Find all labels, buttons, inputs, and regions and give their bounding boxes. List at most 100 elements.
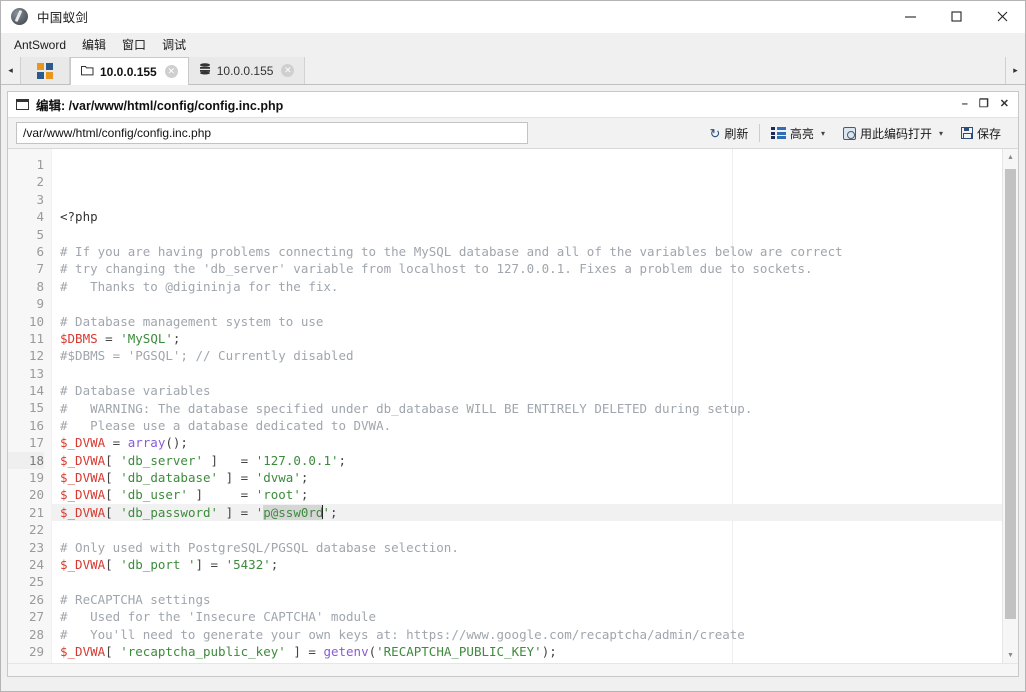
menu-item-antsword[interactable]: AntSword — [7, 36, 73, 54]
code-line[interactable]: $_DVWA[ 'recaptcha_private_key' ] = gete… — [60, 660, 1002, 663]
folder-icon — [81, 65, 94, 79]
line-number: 24 — [28, 556, 44, 572]
code-line[interactable]: # You'll need to generate your own keys … — [60, 626, 1002, 643]
save-label: 保存 — [976, 126, 1001, 141]
line-number: 16 — [28, 417, 44, 433]
chevron-down-icon[interactable]: ▾ — [821, 129, 825, 138]
code-line[interactable]: # If you are having problems connecting … — [60, 243, 1002, 260]
editor-window-controls: – ❐ ✕ — [962, 99, 1018, 110]
line-number: 2 — [36, 174, 44, 190]
line-number: 4 — [36, 209, 44, 225]
window-title: 中国蚁剑 — [37, 11, 89, 25]
code-content[interactable]: <?php # If you are having problems conne… — [52, 149, 1002, 663]
grid-icon — [37, 62, 53, 79]
code-line[interactable]: #$DBMS = 'PGSQL'; // Currently disabled — [60, 347, 1002, 364]
refresh-button[interactable]: ↻ 刷新 — [701, 121, 758, 145]
code-line[interactable]: $_DVWA[ 'db_password' ] = 'p@ssw0rd'; — [52, 503, 1002, 522]
statusbar — [1, 683, 1025, 691]
tab-home[interactable] — [21, 57, 70, 84]
minimize-button[interactable] — [887, 1, 933, 33]
line-number-gutter: 1 2 3 4 5 6 7 8 9 10 11 12 13 14 15 16 17 18 19 20 21 22 23 24 2… — [8, 149, 52, 663]
code-line[interactable]: $_DVWA[ 'recaptcha_public_key' ] = geten… — [60, 643, 1002, 660]
menu-item-window[interactable]: 窗口 — [115, 36, 153, 54]
code-line[interactable]: $_DVWA[ 'db_user' ] = 'root'; — [60, 486, 1002, 503]
code-line[interactable]: # WARNING: The database specified under … — [60, 400, 1002, 417]
application-window: 中国蚁剑 AntSword 编辑 窗口 调试 ◂ 10.0.0.155 ✕ 10… — [0, 0, 1026, 692]
code-line[interactable] — [60, 365, 1002, 382]
line-number: 10 — [28, 313, 44, 329]
code-line[interactable]: # Please use a database dedicated to DVW… — [60, 417, 1002, 434]
code-editor: 1 2 3 4 5 6 7 8 9 10 11 12 13 14 15 16 17 18 19 20 21 22 23 24 2… — [8, 149, 1018, 663]
menu-item-edit[interactable]: 编辑 — [75, 36, 113, 54]
code-line[interactable] — [60, 521, 1002, 538]
editor-close-button[interactable]: ✕ — [1000, 99, 1009, 110]
toolbar-divider — [759, 124, 761, 142]
tab-database-10-0-0-155[interactable]: 10.0.0.155 ✕ — [188, 57, 306, 84]
line-number: 29 — [28, 643, 44, 659]
code-line[interactable]: $_DVWA = array(); — [60, 434, 1002, 451]
tab-label: 10.0.0.155 — [100, 64, 157, 79]
save-icon — [960, 127, 973, 139]
highlight-icon — [771, 127, 786, 139]
tab-scroll-left-icon[interactable]: ◂ — [1, 57, 21, 84]
code-line[interactable]: # Used for the 'Insecure CAPTCHA' module — [60, 608, 1002, 625]
menu-item-debug[interactable]: 调试 — [155, 36, 193, 54]
menubar: AntSword 编辑 窗口 调试 — [1, 33, 1025, 57]
code-line[interactable] — [60, 295, 1002, 312]
scroll-up-icon[interactable]: ▲ — [1003, 149, 1018, 165]
line-number: 6 — [36, 243, 44, 259]
tab-close-icon[interactable]: ✕ — [281, 64, 295, 77]
open-with-encoding-button[interactable]: 用此编码打开 ▾ — [834, 121, 952, 145]
encoding-icon — [842, 126, 856, 140]
refresh-icon: ↻ — [709, 125, 721, 141]
database-icon — [199, 63, 211, 78]
editor-minimize-button[interactable]: – — [962, 99, 968, 110]
code-line[interactable]: # Only used with PostgreSQL/PGSQL databa… — [60, 539, 1002, 556]
line-number: 21 — [28, 504, 44, 520]
line-number: 17 — [28, 435, 44, 451]
save-button[interactable]: 保存 — [952, 121, 1010, 145]
scrollbar-thumb[interactable] — [1005, 169, 1016, 619]
code-line[interactable]: # ReCAPTCHA settings — [60, 591, 1002, 608]
editor-window: 编辑: /var/www/html/config/config.inc.php … — [7, 91, 1019, 677]
tab-close-icon[interactable]: ✕ — [164, 65, 178, 78]
line-number: 5 — [36, 226, 44, 242]
editor-window-title: 编辑: /var/www/html/config/config.inc.php — [36, 99, 284, 113]
scroll-down-icon[interactable]: ▼ — [1003, 647, 1018, 663]
code-line[interactable]: $DBMS = 'MySQL'; — [60, 330, 1002, 347]
vertical-scrollbar[interactable]: ▲ ▼ — [1002, 149, 1018, 663]
refresh-label: 刷新 — [724, 126, 749, 141]
code-line[interactable]: # Database variables — [60, 382, 1002, 399]
code-line[interactable]: # try changing the 'db_server' variable … — [60, 260, 1002, 277]
code-line[interactable] — [60, 226, 1002, 243]
line-number: 1 — [36, 157, 44, 172]
line-number: 12 — [28, 348, 44, 364]
close-button[interactable] — [979, 1, 1025, 33]
horizontal-scrollbar[interactable] — [8, 663, 1018, 676]
editor-toolbar: ↻ 刷新 高亮 ▾ 用此编码打开 ▾ 保存 — [701, 117, 1011, 149]
code-line[interactable]: # Database management system to use — [60, 313, 1002, 330]
scrollbar-track[interactable] — [1003, 165, 1018, 647]
line-number: 7 — [36, 261, 44, 277]
tab-scroll-right-icon[interactable]: ▸ — [1005, 57, 1025, 84]
line-number: 13 — [28, 365, 44, 381]
highlight-button[interactable]: 高亮 ▾ — [762, 121, 834, 145]
editor-restore-button[interactable]: ❐ — [979, 99, 989, 110]
maximize-button[interactable] — [933, 1, 979, 33]
tab-shell-10-0-0-155[interactable]: 10.0.0.155 ✕ — [70, 57, 189, 85]
code-line[interactable]: $_DVWA[ 'db_server' ] = '127.0.0.1'; — [60, 452, 1002, 469]
file-path-input[interactable] — [16, 122, 528, 144]
tab-label: 10.0.0.155 — [216, 63, 274, 78]
line-number: 3 — [36, 191, 44, 207]
code-area[interactable]: 1 2 3 4 5 6 7 8 9 10 11 12 13 14 15 16 17 18 19 20 21 22 23 24 2… — [8, 149, 1002, 663]
code-line[interactable] — [60, 573, 1002, 590]
open-with-encoding-label: 用此编码打开 — [859, 126, 932, 141]
line-number: 19 — [28, 470, 44, 486]
line-number: 28 — [28, 626, 44, 642]
window-titlebar: 中国蚁剑 — [1, 1, 1025, 33]
code-line[interactable]: $_DVWA[ 'db_port '] = '5432'; — [60, 556, 1002, 573]
code-line[interactable]: # Thanks to @digininja for the fix. — [60, 278, 1002, 295]
chevron-down-icon[interactable]: ▾ — [939, 129, 943, 138]
code-line[interactable]: $_DVWA[ 'db_database' ] = 'dvwa'; — [60, 469, 1002, 486]
code-line[interactable]: <?php — [60, 208, 1002, 225]
